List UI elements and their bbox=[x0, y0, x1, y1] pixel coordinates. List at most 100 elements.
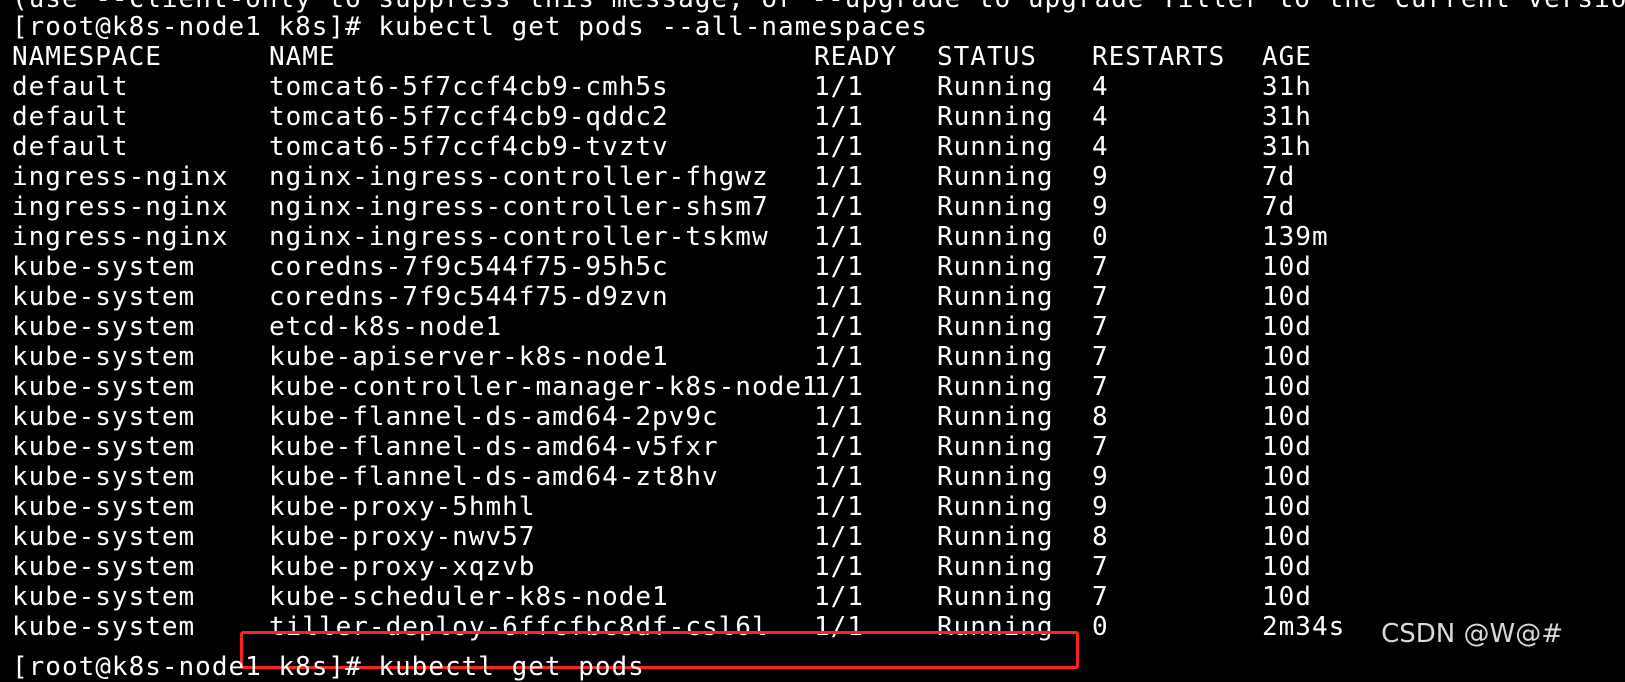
cell-status: Running bbox=[937, 432, 1054, 462]
cell-ready: 1/1 bbox=[814, 252, 864, 282]
cell-status: Running bbox=[937, 132, 1054, 162]
cell-restarts: 7 bbox=[1092, 342, 1109, 372]
cell-ready: 1/1 bbox=[814, 162, 864, 192]
cell-status: Running bbox=[937, 222, 1054, 252]
cell-restarts: 4 bbox=[1092, 132, 1109, 162]
cell-age: 10d bbox=[1262, 552, 1312, 582]
cell-restarts: 7 bbox=[1092, 582, 1109, 612]
cell-restarts: 9 bbox=[1092, 162, 1109, 192]
cell-status: Running bbox=[937, 72, 1054, 102]
cell-age: 10d bbox=[1262, 492, 1312, 522]
cell-name: kube-proxy-xqzvb bbox=[269, 552, 536, 582]
cell-status: Running bbox=[937, 462, 1054, 492]
cell-age: 10d bbox=[1262, 582, 1312, 612]
cell-status: Running bbox=[937, 162, 1054, 192]
cell-restarts: 8 bbox=[1092, 402, 1109, 432]
cell-restarts: 7 bbox=[1092, 372, 1109, 402]
cell-ready: 1/1 bbox=[814, 222, 864, 252]
cell-status: Running bbox=[937, 102, 1054, 132]
cell-status: Running bbox=[937, 312, 1054, 342]
cell-namespace: kube-system bbox=[12, 522, 196, 552]
cell-status: Running bbox=[937, 192, 1054, 222]
cell-name: kube-proxy-nwv57 bbox=[269, 522, 536, 552]
next-command-line: [root@k8s-node1 k8s]# kubectl get pods bbox=[12, 652, 645, 682]
cell-name: tomcat6-5f7ccf4cb9-cmh5s bbox=[269, 72, 669, 102]
cell-restarts: 4 bbox=[1092, 72, 1109, 102]
cell-ready: 1/1 bbox=[814, 102, 864, 132]
cell-age: 10d bbox=[1262, 522, 1312, 552]
table-header: NAMESPACE NAME READY STATUS RESTARTS AGE bbox=[12, 42, 1311, 72]
cell-name: kube-scheduler-k8s-node1 bbox=[269, 582, 669, 612]
header-ready: READY bbox=[814, 42, 898, 72]
cell-restarts: 9 bbox=[1092, 462, 1109, 492]
cell-restarts: 7 bbox=[1092, 282, 1109, 312]
cell-namespace: kube-system bbox=[12, 612, 196, 642]
cell-status: Running bbox=[937, 552, 1054, 582]
header-age: AGE bbox=[1262, 42, 1312, 72]
cell-restarts: 9 bbox=[1092, 192, 1109, 222]
cell-namespace: kube-system bbox=[12, 252, 196, 282]
cell-age: 10d bbox=[1262, 282, 1312, 312]
cell-status: Running bbox=[937, 492, 1054, 522]
cell-age: 10d bbox=[1262, 432, 1312, 462]
cell-status: Running bbox=[937, 252, 1054, 282]
cell-name: kube-flannel-ds-amd64-v5fxr bbox=[269, 432, 719, 462]
cell-name: nginx-ingress-controller-fhgwz bbox=[269, 162, 769, 192]
cell-ready: 1/1 bbox=[814, 402, 864, 432]
cell-ready: 1/1 bbox=[814, 192, 864, 222]
cell-namespace: kube-system bbox=[12, 342, 196, 372]
cell-age: 31h bbox=[1262, 132, 1312, 162]
cell-name: kube-apiserver-k8s-node1 bbox=[269, 342, 669, 372]
cell-name: tomcat6-5f7ccf4cb9-tvztv bbox=[269, 132, 669, 162]
cell-name: kube-flannel-ds-amd64-2pv9c bbox=[269, 402, 719, 432]
cell-namespace: ingress-nginx bbox=[12, 222, 229, 252]
watermark: CSDN @W@# bbox=[1381, 619, 1563, 649]
cell-ready: 1/1 bbox=[814, 72, 864, 102]
cell-status: Running bbox=[937, 522, 1054, 552]
cell-namespace: default bbox=[12, 132, 129, 162]
cell-name: nginx-ingress-controller-shsm7 bbox=[269, 192, 769, 222]
cell-ready: 1/1 bbox=[814, 132, 864, 162]
cell-ready: 1/1 bbox=[814, 522, 864, 552]
cell-namespace: kube-system bbox=[12, 402, 196, 432]
cell-age: 10d bbox=[1262, 462, 1312, 492]
cell-age: 31h bbox=[1262, 102, 1312, 132]
header-restarts: RESTARTS bbox=[1092, 42, 1226, 72]
header-status: STATUS bbox=[937, 42, 1037, 72]
cell-name: etcd-k8s-node1 bbox=[269, 312, 503, 342]
cell-namespace: ingress-nginx bbox=[12, 162, 229, 192]
cell-name: nginx-ingress-controller-tskmw bbox=[269, 222, 769, 252]
cell-age: 10d bbox=[1262, 342, 1312, 372]
cell-restarts: 4 bbox=[1092, 102, 1109, 132]
cell-age: 139m bbox=[1262, 222, 1329, 252]
command-prompt-line: [root@k8s-node1 k8s]# kubectl get pods -… bbox=[12, 12, 928, 42]
cell-restarts: 7 bbox=[1092, 552, 1109, 582]
cell-age: 10d bbox=[1262, 372, 1312, 402]
header-name: NAME bbox=[269, 42, 336, 72]
cell-namespace: default bbox=[12, 102, 129, 132]
cell-status: Running bbox=[937, 372, 1054, 402]
cell-namespace: kube-system bbox=[12, 432, 196, 462]
cell-namespace: default bbox=[12, 72, 129, 102]
cell-ready: 1/1 bbox=[814, 372, 864, 402]
cell-status: Running bbox=[937, 582, 1054, 612]
cell-status: Running bbox=[937, 342, 1054, 372]
cell-status: Running bbox=[937, 282, 1054, 312]
cell-ready: 1/1 bbox=[814, 582, 864, 612]
cell-namespace: kube-system bbox=[12, 462, 196, 492]
cell-age: 10d bbox=[1262, 312, 1312, 342]
cell-restarts: 0 bbox=[1092, 612, 1109, 642]
cell-name: kube-flannel-ds-amd64-zt8hv bbox=[269, 462, 719, 492]
terminal-window[interactable]: (use --client-only to suppress this mess… bbox=[0, 0, 1625, 682]
cell-ready: 1/1 bbox=[814, 282, 864, 312]
cell-ready: 1/1 bbox=[814, 342, 864, 372]
cell-namespace: ingress-nginx bbox=[12, 192, 229, 222]
cell-restarts: 8 bbox=[1092, 522, 1109, 552]
cell-namespace: kube-system bbox=[12, 552, 196, 582]
cell-ready: 1/1 bbox=[814, 552, 864, 582]
cell-age: 31h bbox=[1262, 72, 1312, 102]
cell-ready: 1/1 bbox=[814, 492, 864, 522]
cell-age: 10d bbox=[1262, 252, 1312, 282]
cell-namespace: kube-system bbox=[12, 372, 196, 402]
cell-name: tomcat6-5f7ccf4cb9-qddc2 bbox=[269, 102, 669, 132]
